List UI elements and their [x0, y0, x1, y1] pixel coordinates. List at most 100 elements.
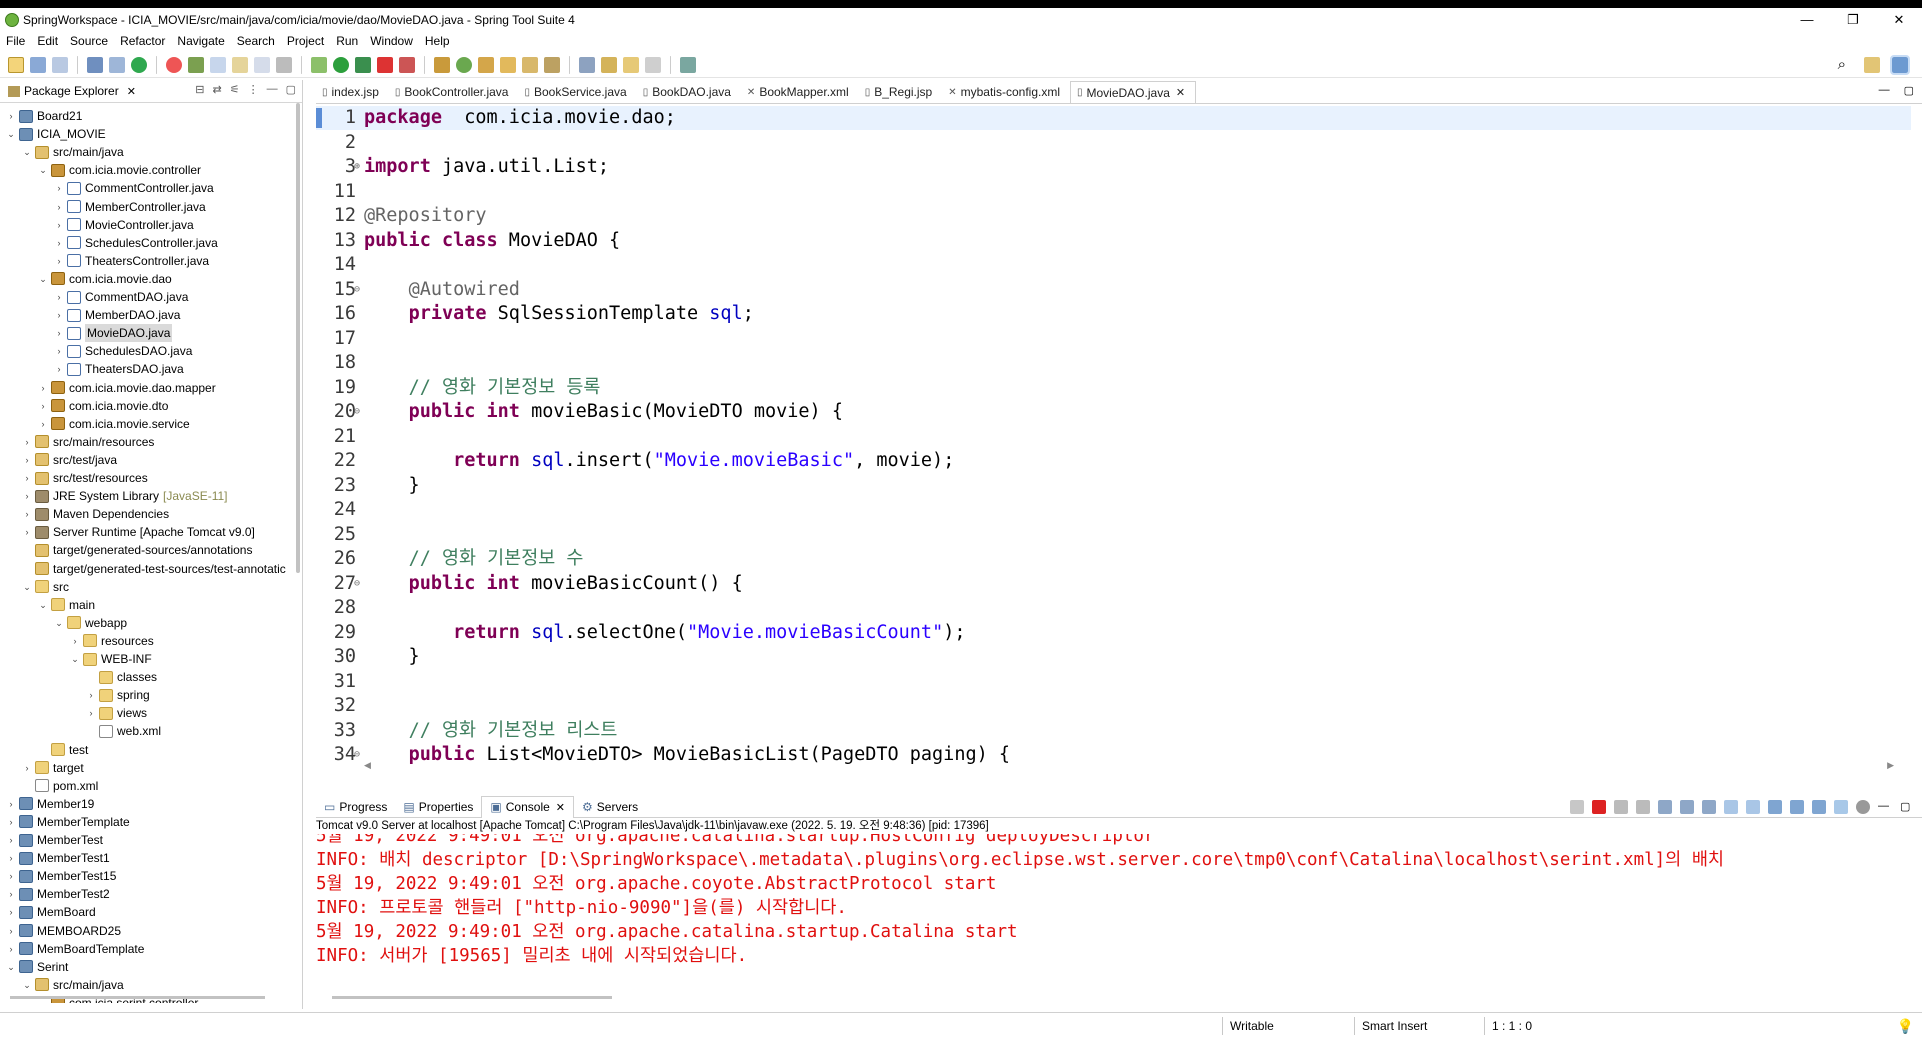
collapsed-twisty-icon[interactable]: › [6, 940, 16, 958]
debug-run-icon[interactable] [311, 56, 327, 73]
new-class-icon[interactable] [456, 56, 472, 73]
tree-item[interactable]: › MemberTest [6, 831, 104, 849]
editor-tab[interactable]: ✕ mybatis-config.xml [942, 81, 1070, 103]
run-icon[interactable] [333, 56, 349, 73]
collapse-all-icon[interactable]: ⊟ [195, 83, 204, 96]
code-line[interactable]: 33 // 영화 기본정보 리스트 [316, 719, 1911, 743]
maximize-view-icon[interactable]: ▢ [286, 83, 296, 96]
save-all-icon[interactable] [52, 56, 68, 73]
terminate-icon[interactable] [1592, 800, 1606, 814]
remove-launch-icon[interactable] [1614, 800, 1628, 814]
tree-item[interactable]: target/generated-test-sources/test-annot… [22, 560, 286, 578]
editor-tab[interactable]: ▯ B_Regi.jsp [859, 81, 943, 103]
tree-item[interactable]: › Member19 [6, 795, 95, 813]
open-console-icon[interactable] [1768, 800, 1782, 814]
code-line[interactable]: 2 [316, 131, 1911, 155]
tree-item[interactable]: › TheatersController.java [54, 252, 210, 270]
back-icon[interactable] [623, 56, 639, 73]
close-icon[interactable]: ✕ [127, 85, 136, 98]
close-tab-icon[interactable]: ✕ [1176, 86, 1185, 99]
expanded-twisty-icon[interactable]: ⌄ [70, 650, 80, 668]
next-annotation-icon[interactable] [579, 56, 595, 73]
tree-item[interactable]: › com.icia.movie.dao.mapper [38, 379, 216, 397]
bottom-tab[interactable]: ▣ Console ✕ [481, 795, 575, 818]
tree-item[interactable]: ⌄ ICIA_MOVIE [6, 125, 105, 143]
collapsed-twisty-icon[interactable]: › [22, 451, 32, 469]
tree-item[interactable]: › MemberTest15 [6, 867, 117, 885]
expanded-twisty-icon[interactable]: ⌄ [38, 270, 48, 288]
collapsed-twisty-icon[interactable]: › [54, 306, 64, 324]
editor-horizontal-scrollbar[interactable]: ◀ ▶ [364, 760, 1894, 774]
open-task-icon[interactable] [500, 56, 516, 73]
tree-item[interactable]: pom.xml [22, 777, 98, 795]
pin-editor-icon[interactable] [680, 56, 696, 73]
menu-edit[interactable]: Edit [37, 34, 58, 48]
collapse-fold-icon[interactable]: ⊖ [354, 400, 360, 424]
tree-item[interactable]: ⌄ src/main/java [22, 143, 123, 161]
word-wrap-icon[interactable] [232, 56, 248, 73]
remove-all-terminated-icon[interactable] [1636, 800, 1650, 814]
menu-search[interactable]: Search [237, 34, 275, 48]
minimize-button[interactable]: — [1784, 8, 1830, 32]
open-perspective-icon[interactable] [1864, 57, 1880, 73]
tree-item[interactable]: › TheatersDAO.java [54, 360, 184, 378]
tree-item[interactable]: › MemBoard [6, 903, 96, 921]
collapsed-twisty-icon[interactable]: › [38, 397, 48, 415]
open-type-icon[interactable] [478, 56, 494, 73]
collapsed-twisty-icon[interactable]: › [22, 505, 32, 523]
code-line[interactable]: 1 package com.icia.movie.dao; [316, 106, 1911, 130]
tree-item[interactable]: › Board21 [6, 107, 83, 125]
tree-item[interactable]: ⌄ main [38, 596, 95, 614]
collapsed-twisty-icon[interactable]: › [6, 813, 16, 831]
collapsed-twisty-icon[interactable]: › [54, 198, 64, 216]
show-stderr-icon[interactable] [1746, 800, 1760, 814]
tree-item[interactable]: › Server Runtime [Apache Tomcat v9.0] [22, 523, 255, 541]
code-line[interactable]: 21 [316, 425, 1911, 449]
tree-item[interactable]: › src/main/resources [22, 433, 155, 451]
menu-file[interactable]: File [6, 34, 25, 48]
console-horizontal-scrollbar[interactable] [332, 996, 612, 999]
collapsed-twisty-icon[interactable]: › [6, 831, 16, 849]
expanded-twisty-icon[interactable]: ⌄ [22, 976, 32, 994]
collapse-fold-icon[interactable]: ⊖ [354, 743, 360, 766]
tree-item[interactable]: › src/test/java [22, 451, 118, 469]
tab-package-explorer[interactable]: Package Explorer ✕ [0, 80, 144, 102]
code-line[interactable]: 20 ⊖ public int movieBasic(MovieDTO movie… [316, 400, 1911, 424]
close-button[interactable]: ✕ [1876, 8, 1922, 32]
link-with-editor-icon[interactable]: ⇄ [213, 83, 222, 96]
mark-occurrences-icon[interactable] [210, 56, 226, 73]
filter-icon[interactable]: ⚟ [230, 83, 240, 96]
maximize-panel-icon[interactable]: ▢ [1900, 800, 1914, 814]
close-tab-icon[interactable]: ✕ [556, 801, 565, 814]
editor-tab[interactable]: ✕ BookMapper.xml [741, 81, 859, 103]
tree-item[interactable]: › CommentDAO.java [54, 288, 189, 306]
tree-item[interactable]: › MemberController.java [54, 198, 206, 216]
maximize-editor-icon[interactable]: ▢ [1904, 84, 1914, 97]
collapsed-twisty-icon[interactable]: › [22, 487, 32, 505]
bottom-tab[interactable]: ▤ Properties [395, 796, 481, 818]
tree-item[interactable]: › MovieDAO.java [54, 324, 173, 343]
forward-icon[interactable] [645, 56, 661, 73]
collapsed-twisty-icon[interactable]: › [6, 867, 16, 885]
collapse-fold-icon[interactable]: ⊖ [354, 572, 360, 596]
stop-icon[interactable] [377, 56, 393, 73]
collapsed-twisty-icon[interactable]: › [54, 342, 64, 360]
tree-item[interactable]: › com.icia.movie.service [38, 415, 190, 433]
tree-item[interactable]: › src/test/resources [22, 469, 148, 487]
code-line[interactable]: 18 [316, 351, 1911, 375]
collapsed-twisty-icon[interactable]: › [70, 632, 80, 650]
minimize-view-icon[interactable]: — [267, 83, 278, 96]
new-icon[interactable] [8, 56, 24, 73]
scroll-left-icon[interactable]: ◀ [364, 760, 371, 771]
code-line[interactable]: 14 [316, 253, 1911, 277]
menu-window[interactable]: Window [370, 34, 413, 48]
code-line[interactable]: 29 return sql.selectOne("Movie.movieBasi… [316, 621, 1911, 645]
show-whitespace-icon[interactable] [276, 56, 292, 73]
code-line[interactable]: 16 private SqlSessionTemplate sql; [316, 302, 1911, 326]
bottom-tab[interactable]: ⚙ Servers [574, 796, 646, 818]
collapsed-twisty-icon[interactable]: › [6, 885, 16, 903]
editor-tab[interactable]: ▯ BookController.java [389, 81, 519, 103]
task-icon[interactable] [188, 56, 204, 73]
collapsed-twisty-icon[interactable]: › [6, 849, 16, 867]
collapsed-twisty-icon[interactable]: › [6, 903, 16, 921]
